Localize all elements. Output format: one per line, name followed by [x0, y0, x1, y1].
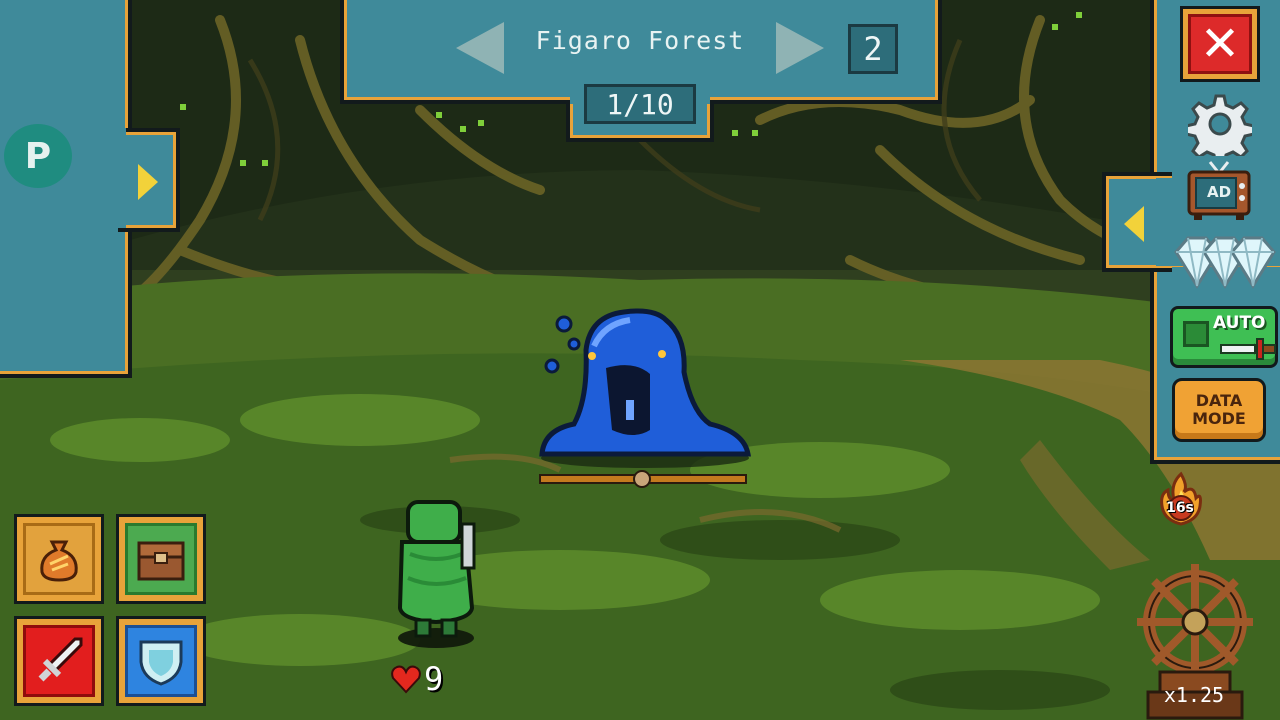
stage-name: Figaro Forest — [535, 26, 745, 55]
data-mode-label-line2: MODE — [1192, 409, 1246, 428]
speed-multiplier: x1.25 — [1163, 683, 1225, 707]
shield-icon — [125, 625, 197, 697]
close-icon: ✕ — [1188, 14, 1252, 74]
auto-checkbox[interactable] — [1183, 321, 1209, 347]
left-drawer-panel — [0, 0, 132, 142]
close-button[interactable]: ✕ — [1180, 6, 1260, 82]
sword-icon — [23, 625, 95, 697]
auto-battle-toggle[interactable]: AUTO — [1170, 306, 1278, 368]
diamond-icon[interactable] — [1172, 232, 1276, 292]
data-mode-label-line1: DATA — [1195, 391, 1243, 410]
wave-counter: 1/10 — [584, 84, 696, 124]
profile-badge[interactable]: P — [4, 124, 72, 188]
stage-level: 2 — [848, 24, 898, 74]
coin-bag-icon — [23, 523, 95, 595]
hero-hp-value: 9 — [424, 660, 444, 698]
heart-icon — [391, 665, 421, 694]
treasure-chest-icon — [125, 523, 197, 595]
gear-icon[interactable] — [1188, 92, 1252, 156]
next-stage-arrow-icon[interactable] — [776, 22, 824, 74]
expand-right-arrow-icon[interactable] — [138, 164, 158, 200]
treasure-chest-button[interactable] — [116, 514, 206, 604]
left-drawer-panel-lower — [0, 220, 132, 378]
ad-label: AD — [1206, 183, 1232, 201]
inventory-bag-button[interactable] — [14, 514, 104, 604]
fire-buff-icon[interactable] — [1150, 470, 1212, 528]
previous-stage-arrow-icon[interactable] — [456, 22, 504, 74]
blue-slime-enemy — [539, 308, 751, 468]
data-mode-button[interactable]: DATA MODE — [1172, 378, 1266, 442]
enemy-health-bar — [539, 470, 747, 488]
buff-timer: 16s — [1166, 500, 1194, 516]
equipment-sword-button[interactable] — [14, 616, 104, 706]
equipment-shield-button[interactable] — [116, 616, 206, 706]
expand-left-arrow-icon[interactable] — [1124, 206, 1144, 242]
auto-sword-icon — [1220, 338, 1276, 360]
auto-label: AUTO — [1213, 313, 1266, 333]
hero-character — [397, 500, 476, 648]
